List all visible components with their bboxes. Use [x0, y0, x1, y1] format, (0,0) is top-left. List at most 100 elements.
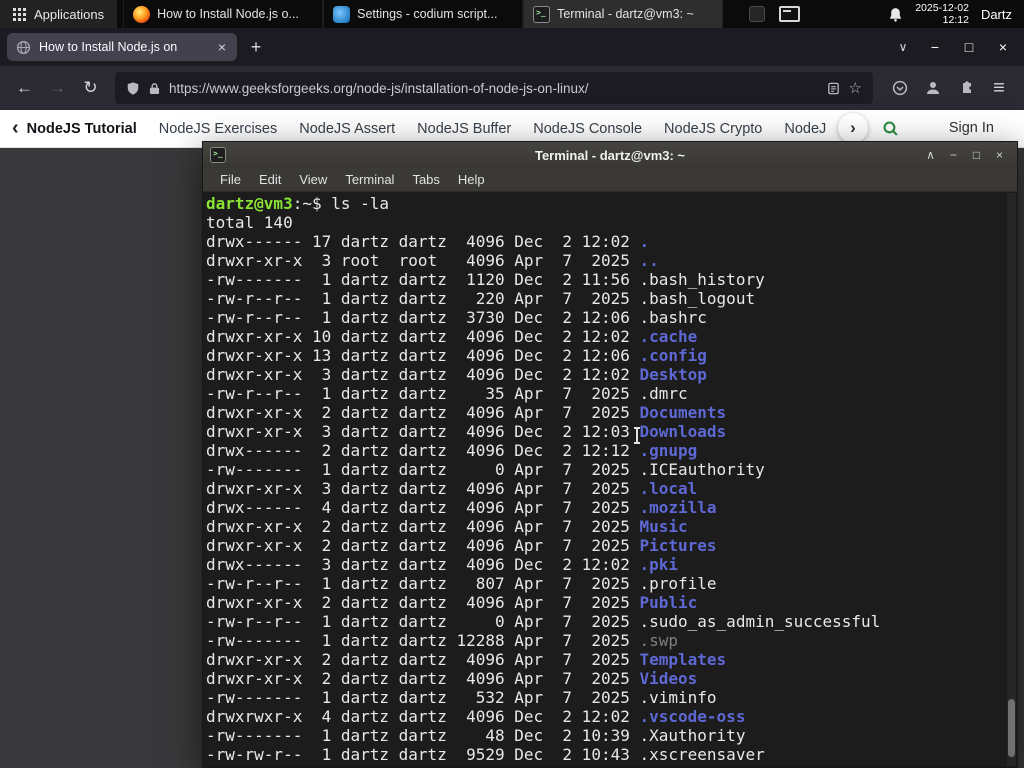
tray-terminal-icon[interactable] — [779, 6, 801, 22]
terminal-screen[interactable]: dartz@vm3:~$ ls -la total 140 drwx------… — [203, 192, 1017, 767]
tab-close-icon[interactable]: × — [216, 39, 228, 55]
url-bar[interactable]: https://www.geeksforgeeks.org/node-js/in… — [115, 72, 873, 104]
terminal-output-line: drwxr-xr-x 2 dartz dartz 4096 Apr 7 2025… — [206, 517, 688, 536]
nav-scroll-left-icon[interactable]: ‹ — [12, 117, 19, 140]
sign-in-button[interactable]: Sign In — [949, 120, 994, 136]
terminal-output-line: -rw-rw-r-- 1 dartz dartz 9529 Dec 2 10:4… — [206, 745, 765, 764]
terminal-output-line: drwxr-xr-x 2 dartz dartz 4096 Apr 7 2025… — [206, 593, 698, 612]
gfg-nav-link[interactable]: NodeJS Tutorial — [27, 121, 137, 137]
gfg-nav-link[interactable]: NodeJS Exercises — [159, 121, 277, 137]
terminal-output-line: -rw-r--r-- 1 dartz dartz 220 Apr 7 2025 … — [206, 289, 756, 308]
terminal-output-line: drwx------ 4 dartz dartz 4096 Apr 7 2025… — [206, 498, 717, 517]
bookmark-star-icon[interactable]: ☆ — [849, 79, 862, 97]
tracking-shield-icon[interactable] — [126, 81, 140, 96]
applications-grid-icon — [13, 7, 26, 21]
terminal-output-line: drwxr-xr-x 3 dartz dartz 4096 Dec 2 12:0… — [206, 422, 727, 441]
search-icon[interactable] — [882, 120, 899, 137]
terminal-menu-terminal[interactable]: Terminal — [336, 169, 403, 190]
gfg-nav-link[interactable]: NodeJS DNS — [784, 121, 826, 137]
pocket-icon[interactable] — [883, 80, 916, 96]
terminal-titlebar[interactable]: Terminal - dartz@vm3: ~ ∧−□ × — [203, 142, 1017, 168]
applications-menu-button[interactable]: Applications — [0, 0, 118, 28]
maximize-button[interactable]: □ — [952, 39, 986, 55]
terminal-menu-file[interactable]: File — [211, 169, 250, 190]
terminal-output-line: -rw------- 1 dartz dartz 0 Apr 7 2025 .I… — [206, 460, 765, 479]
terminal-output-line: -rw-r--r-- 1 dartz dartz 0 Apr 7 2025 .s… — [206, 612, 881, 631]
taskbar-item[interactable]: Terminal - dartz@vm3: ~ — [523, 0, 724, 28]
prompt-suffix: $ — [311, 194, 332, 213]
gfg-nav-link[interactable]: NodeJS Buffer — [417, 121, 511, 137]
terminal-window: Terminal - dartz@vm3: ~ ∧−□ × FileEditVie… — [202, 141, 1018, 768]
taskbar: How to Install Node.js o... Settings - co… — [123, 0, 724, 28]
terminal-output-line: drwxrwxr-x 4 dartz dartz 4096 Dec 2 12:0… — [206, 707, 746, 726]
system-tray — [749, 6, 801, 22]
terminal-output-line: drwx------ 3 dartz dartz 4096 Dec 2 12:0… — [206, 555, 679, 574]
clock-date: 2025-12-02 — [915, 1, 969, 14]
taskbar-item[interactable]: How to Install Node.js o... — [123, 0, 324, 28]
minimize-button[interactable]: − — [918, 39, 952, 55]
nav-scroll-right-button[interactable]: › — [838, 113, 868, 143]
list-all-tabs-icon[interactable]: ∨ — [888, 40, 918, 54]
gfg-nav-link[interactable]: NodeJS Crypto — [664, 121, 762, 137]
forward-button[interactable]: → — [41, 78, 74, 98]
terminal-output-line: -rw------- 1 dartz dartz 12288 Apr 7 202… — [206, 631, 679, 650]
prompt-cwd: ~ — [302, 194, 312, 213]
terminal-output-line: -rw-r--r-- 1 dartz dartz 3730 Dec 2 12:0… — [206, 308, 707, 327]
close-button[interactable]: × — [990, 148, 1009, 162]
extensions-icon[interactable] — [949, 80, 982, 96]
scrollbar-thumb[interactable] — [1008, 699, 1015, 757]
account-icon[interactable] — [916, 80, 949, 96]
applications-label: Applications — [34, 6, 105, 22]
maximize-button[interactable]: □ — [967, 148, 986, 162]
terminal-output-line: drwxr-xr-x 3 root root 4096 Apr 7 2025 .… — [206, 251, 659, 270]
terminal-output-line: drwxr-xr-x 2 dartz dartz 4096 Apr 7 2025… — [206, 650, 727, 669]
user-menu[interactable]: Dartz — [981, 7, 1012, 22]
reader-mode-icon[interactable] — [827, 82, 840, 95]
browser-window-controls: − □ × — [918, 39, 1020, 55]
terminal-menu-help[interactable]: Help — [449, 169, 494, 190]
terminal-output-line: drwxr-xr-x 2 dartz dartz 4096 Apr 7 2025… — [206, 403, 727, 422]
codium-icon — [333, 5, 351, 23]
terminal-output-line: drwxr-xr-x 3 dartz dartz 4096 Apr 7 2025… — [206, 479, 698, 498]
terminal-menu-tabs[interactable]: Tabs — [403, 169, 448, 190]
terminal-menu-edit[interactable]: Edit — [250, 169, 290, 190]
terminal-output-line: drwxr-xr-x 13 dartz dartz 4096 Dec 2 12:… — [206, 346, 707, 365]
prompt-user-host: dartz@vm3 — [206, 194, 293, 213]
close-button[interactable]: × — [986, 39, 1020, 55]
lock-icon[interactable] — [149, 82, 160, 95]
browser-tab[interactable]: How to Install Node.js on × — [7, 33, 237, 61]
terminal-output-line: -rw-r--r-- 1 dartz dartz 35 Apr 7 2025 .… — [206, 384, 688, 403]
terminal-output-line: drwxr-xr-x 2 dartz dartz 4096 Apr 7 2025… — [206, 536, 717, 555]
terminal-output-line: drwxr-xr-x 3 dartz dartz 4096 Dec 2 12:0… — [206, 365, 707, 384]
shade-button[interactable]: ∧ — [921, 148, 940, 162]
terminal-output-line: drwx------ 2 dartz dartz 4096 Dec 2 12:1… — [206, 441, 698, 460]
taskbar-item-label: Settings - codium script... — [357, 7, 498, 21]
terminal-window-controls: ∧ − □ × — [921, 142, 1009, 168]
taskbar-item[interactable]: Settings - codium script... — [323, 0, 524, 28]
url-text: https://www.geeksforgeeks.org/node-js/in… — [169, 80, 589, 96]
terminal-scrollbar[interactable] — [1007, 193, 1016, 766]
clock[interactable]: 2025-12-02 12:12 — [915, 2, 969, 27]
terminal-output-line: drwxr-xr-x 10 dartz dartz 4096 Dec 2 12:… — [206, 327, 698, 346]
terminal-output-line: -rw-r--r-- 1 dartz dartz 807 Apr 7 2025 … — [206, 574, 717, 593]
firefox-icon — [133, 5, 151, 23]
reload-button[interactable]: ↻ — [74, 78, 107, 98]
terminal-output-line: -rw------- 1 dartz dartz 1120 Dec 2 11:5… — [206, 270, 765, 289]
menu-button[interactable]: ≡ — [982, 77, 1016, 100]
back-button[interactable]: ← — [8, 78, 41, 98]
tray-icon[interactable] — [749, 6, 766, 22]
minimize-button[interactable]: − — [944, 148, 963, 162]
terminal-command: ls -la — [331, 194, 390, 213]
browser-tab-bar: How to Install Node.js on × + ∨ − □ × — [0, 28, 1024, 66]
new-tab-button[interactable]: + — [241, 37, 271, 58]
terminal-menu-view[interactable]: View — [290, 169, 336, 190]
taskbar-item-label: How to Install Node.js o... — [157, 7, 299, 21]
notification-bell-icon[interactable] — [888, 7, 903, 22]
page-favicon-icon — [16, 40, 31, 55]
tab-title: How to Install Node.js on — [39, 40, 178, 54]
gfg-nav-link[interactable]: NodeJS Assert — [299, 121, 395, 137]
gfg-nav-link[interactable]: NodeJS Console — [533, 121, 642, 137]
terminal-output-line: drwx------ 17 dartz dartz 4096 Dec 2 12:… — [206, 232, 650, 251]
terminal-output-line: -rw------- 1 dartz dartz 532 Apr 7 2025 … — [206, 688, 717, 707]
taskbar-item-label: Terminal - dartz@vm3: ~ — [557, 7, 694, 21]
